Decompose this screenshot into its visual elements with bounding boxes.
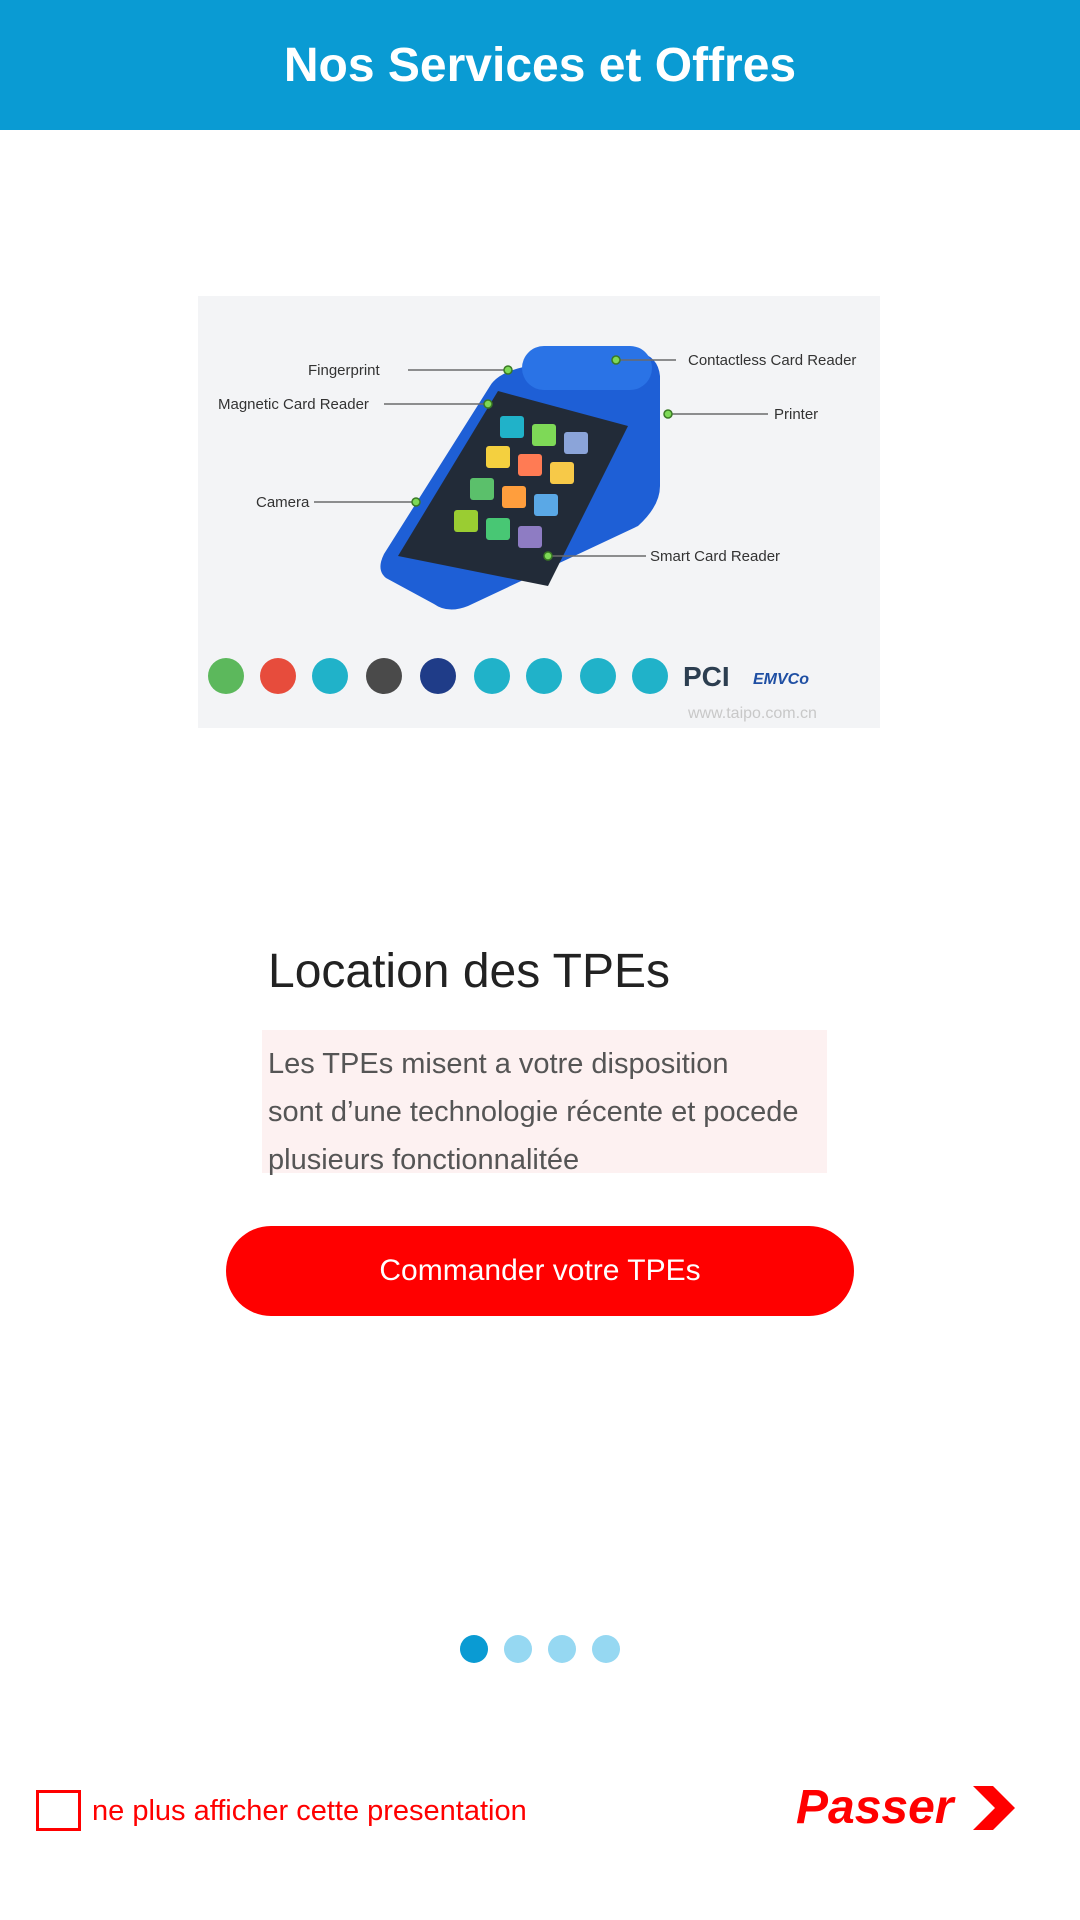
page-indicator bbox=[460, 1635, 620, 1663]
tpe-product-image: Fingerprint Magnetic Card Reader Camera … bbox=[198, 296, 880, 728]
page-title: Nos Services et Offres bbox=[283, 38, 797, 92]
emvco-badge: EMVCo bbox=[753, 671, 809, 688]
page-dot-4[interactable] bbox=[592, 1635, 620, 1663]
page-dot-3[interactable] bbox=[548, 1635, 576, 1663]
pci-badge: PCI bbox=[683, 661, 730, 692]
skip-button-label: Passer bbox=[796, 1781, 954, 1834]
image-watermark: www.taipo.com.cn bbox=[687, 705, 817, 722]
dont-show-again-checkbox[interactable] bbox=[36, 1790, 81, 1831]
callout-smart-card-reader: Smart Card Reader bbox=[650, 548, 780, 565]
chevron-right-icon bbox=[973, 1785, 1016, 1830]
slide-title: Location des TPEs bbox=[268, 945, 671, 998]
description-line: sont d’une technologie récente et pocede bbox=[268, 1096, 799, 1128]
callout-fingerprint: Fingerprint bbox=[308, 362, 381, 379]
slide-description: Les TPEs misent a votre disposition sont… bbox=[262, 1030, 827, 1176]
tpe-device bbox=[380, 346, 660, 610]
page-dot-2[interactable] bbox=[504, 1635, 532, 1663]
skip-button[interactable]: Passer bbox=[796, 1780, 1019, 1835]
callout-magnetic-card-reader: Magnetic Card Reader bbox=[218, 396, 369, 413]
page-dot-1[interactable] bbox=[460, 1635, 488, 1663]
app-header: Nos Services et Offres bbox=[0, 0, 1080, 130]
callout-printer: Printer bbox=[774, 406, 818, 423]
dont-show-again-label[interactable]: ne plus afficher cette presentation bbox=[92, 1795, 527, 1828]
callout-contactless-card-reader: Contactless Card Reader bbox=[688, 352, 856, 369]
description-line: plusieurs fonctionnalitée bbox=[268, 1144, 580, 1176]
order-tpe-button[interactable]: Commander votre TPEs bbox=[226, 1226, 854, 1316]
description-line: Les TPEs misent a votre disposition bbox=[268, 1048, 729, 1080]
feature-icons-row: PCI EMVCo bbox=[208, 658, 809, 694]
callout-camera: Camera bbox=[256, 494, 310, 511]
